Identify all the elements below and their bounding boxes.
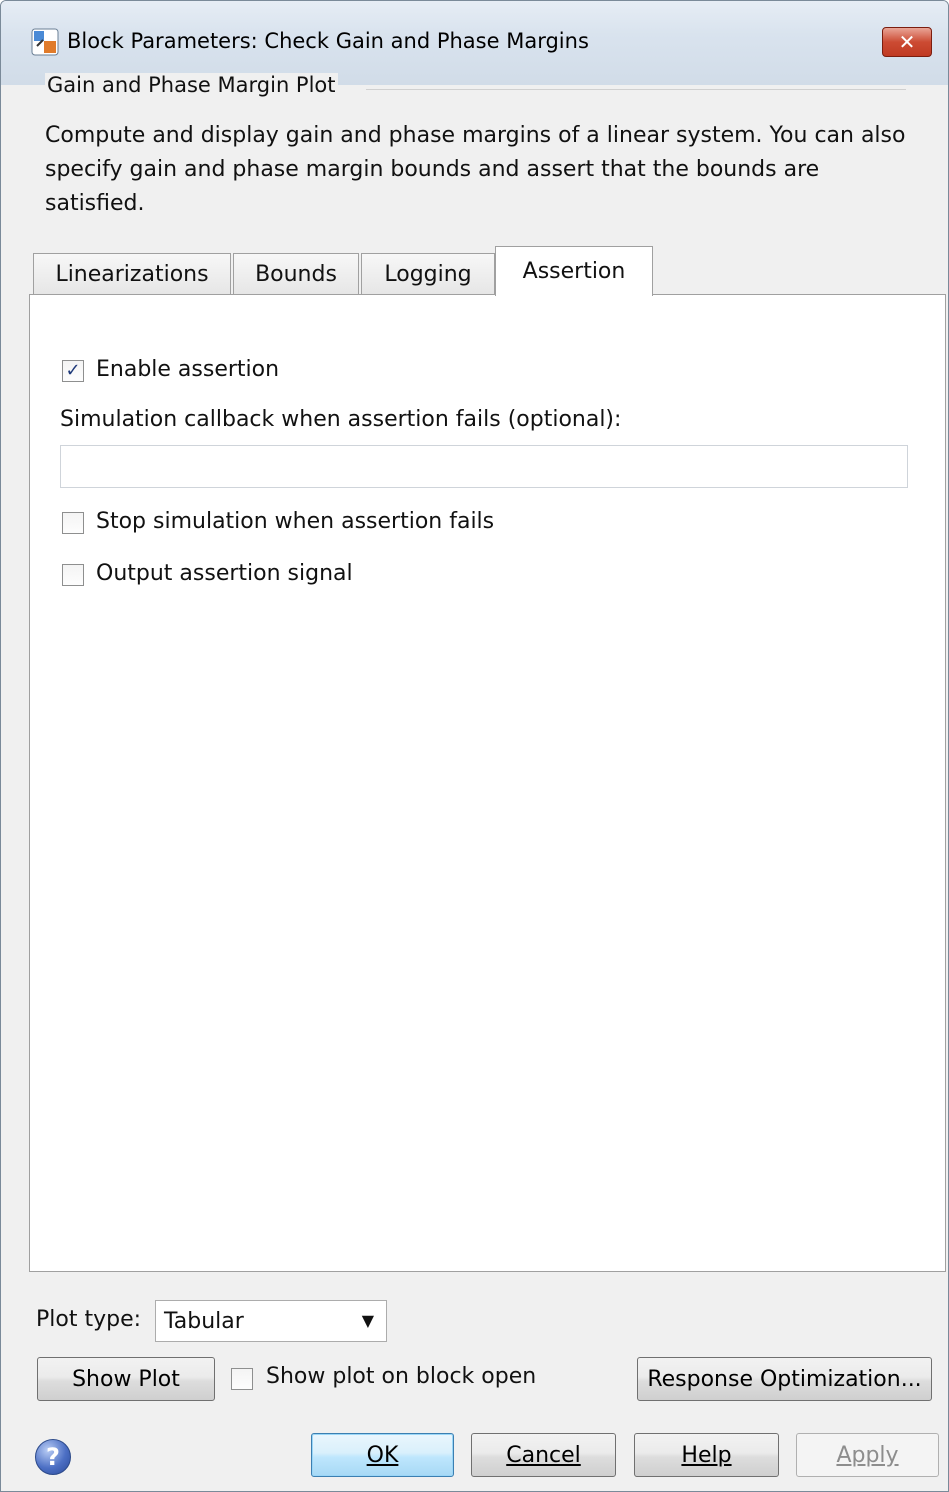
show-plot-on-open-checkbox[interactable] xyxy=(231,1368,253,1390)
plot-type-select[interactable]: Tabular ▼ xyxy=(155,1300,387,1342)
tab-label: Linearizations xyxy=(55,262,209,287)
block-description: Compute and display gain and phase margi… xyxy=(45,123,906,216)
window-title: Block Parameters: Check Gain and Phase M… xyxy=(67,29,589,53)
cancel-label: Cancel xyxy=(506,1442,581,1468)
cancel-button[interactable]: Cancel xyxy=(471,1433,616,1477)
callback-label: Simulation callback when assertion fails… xyxy=(60,407,622,432)
tab-label: Bounds xyxy=(255,262,337,287)
response-optimization-button[interactable]: Response Optimization... xyxy=(637,1357,932,1401)
callback-input[interactable] xyxy=(60,445,908,488)
stop-simulation-checkbox[interactable] xyxy=(62,512,84,534)
output-signal-label: Output assertion signal xyxy=(96,561,353,586)
group-title: Gain and Phase Margin Plot xyxy=(45,73,338,97)
help-question-icon[interactable]: ? xyxy=(35,1439,71,1475)
plot-type-label: Plot type: xyxy=(36,1307,142,1332)
tab-bounds[interactable]: Bounds xyxy=(233,253,359,295)
close-icon: ✕ xyxy=(898,30,916,54)
dialog-window: Block Parameters: Check Gain and Phase M… xyxy=(0,0,949,1492)
tab-assertion[interactable]: Assertion xyxy=(495,246,653,296)
response-optimization-label: Response Optimization... xyxy=(647,1366,922,1392)
output-signal-checkbox[interactable] xyxy=(62,564,84,586)
plot-type-value: Tabular xyxy=(164,1309,244,1334)
tab-label: Assertion xyxy=(522,259,626,284)
enable-assertion-label: Enable assertion xyxy=(96,357,280,382)
stop-simulation-label: Stop simulation when assertion fails xyxy=(96,509,495,534)
show-plot-button[interactable]: Show Plot xyxy=(37,1357,215,1401)
ok-button[interactable]: OK xyxy=(311,1433,454,1477)
tab-label: Logging xyxy=(384,262,472,287)
tab-linearizations[interactable]: Linearizations xyxy=(33,253,231,295)
checkmark-icon: ✓ xyxy=(65,360,81,381)
ok-label: OK xyxy=(366,1442,399,1468)
enable-assertion-checkbox[interactable]: ✓ xyxy=(62,360,84,382)
chevron-down-icon: ▼ xyxy=(361,1311,374,1330)
group-divider xyxy=(366,89,906,90)
assertion-tab-panel: ✓ Enable assertion Simulation callback w… xyxy=(29,294,946,1272)
show-plot-label: Show Plot xyxy=(72,1366,180,1392)
apply-button[interactable]: Apply xyxy=(796,1433,939,1477)
show-plot-on-open-label: Show plot on block open xyxy=(266,1364,537,1389)
tab-logging[interactable]: Logging xyxy=(361,253,495,295)
apply-label: Apply xyxy=(836,1442,899,1468)
help-label: Help xyxy=(681,1442,732,1468)
help-button[interactable]: Help xyxy=(634,1433,779,1477)
close-button[interactable]: ✕ xyxy=(882,27,932,57)
simulink-block-icon xyxy=(31,28,59,56)
